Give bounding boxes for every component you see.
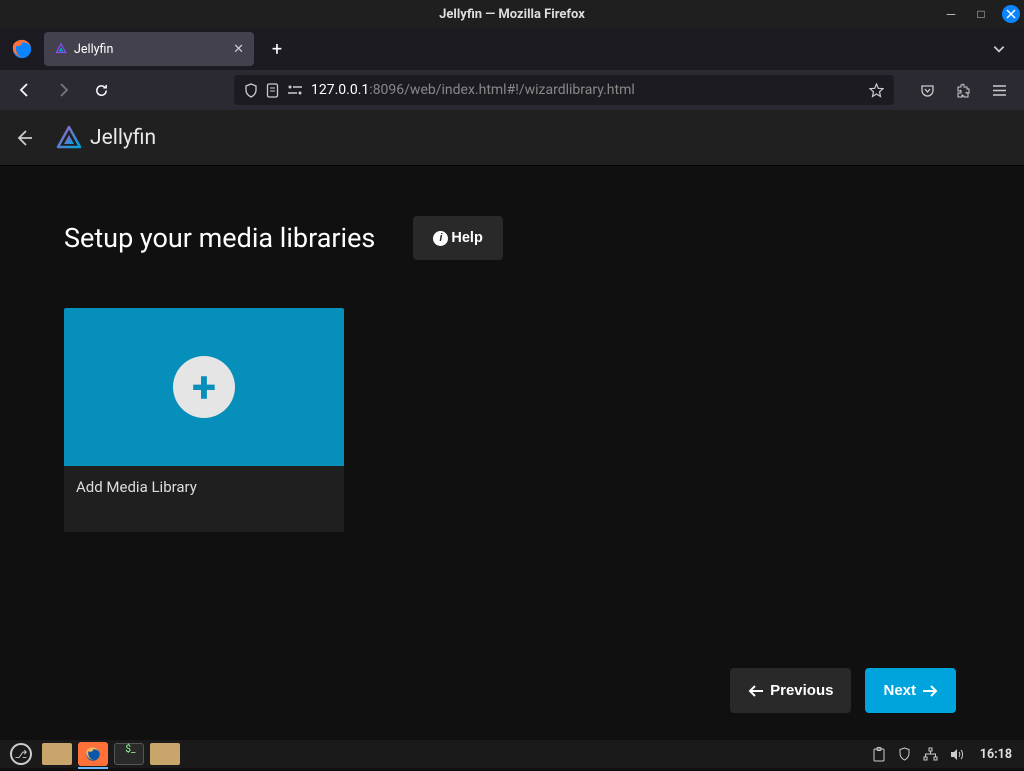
forward-button[interactable]	[48, 75, 78, 105]
tray-network-icon[interactable]	[920, 747, 941, 761]
tabs-dropdown-icon[interactable]	[992, 42, 1016, 56]
url-input[interactable]: 127.0.0.1:8096/web/index.html#!/wizardli…	[234, 75, 894, 105]
app-back-button[interactable]	[14, 128, 42, 148]
wizard-content: Setup your media libraries i Help + Add …	[0, 166, 1024, 771]
help-button[interactable]: i Help	[413, 216, 502, 260]
url-text: 127.0.0.1:8096/web/index.html#!/wizardli…	[311, 82, 635, 98]
jellyfin-favicon-icon	[54, 42, 68, 56]
new-tab-button[interactable]: +	[262, 39, 292, 60]
permissions-icon[interactable]	[287, 84, 303, 96]
start-menu-button[interactable]: ⎇	[6, 743, 36, 765]
window-close-button[interactable]	[1002, 5, 1020, 23]
plus-circle-icon: +	[173, 356, 235, 418]
browser-urlbar: 127.0.0.1:8096/web/index.html#!/wizardli…	[0, 70, 1024, 110]
brand: Jellyfin	[54, 123, 156, 153]
taskbar-firefox-icon[interactable]	[78, 742, 108, 766]
tray-clipboard-icon[interactable]	[869, 747, 889, 762]
window-maximize-button[interactable]: □	[972, 5, 990, 23]
tray-shield-icon[interactable]	[895, 747, 914, 761]
arrow-left-icon	[748, 684, 764, 698]
firefox-icon	[8, 35, 36, 63]
taskbar-terminal-icon[interactable]: $_	[114, 743, 144, 765]
page-info-icon[interactable]	[266, 83, 279, 98]
taskbar: ⎇ $_ 16:18	[0, 740, 1024, 768]
previous-button[interactable]: Previous	[730, 668, 851, 713]
next-button[interactable]: Next	[865, 668, 956, 713]
window-title: Jellyfin — Mozilla Firefox	[439, 7, 585, 22]
add-library-card[interactable]: + Add Media Library	[64, 308, 344, 532]
extensions-icon[interactable]	[948, 75, 978, 105]
card-top: +	[64, 308, 344, 466]
tab-label: Jellyfin	[74, 42, 227, 57]
taskbar-folder-icon[interactable]	[150, 743, 180, 765]
card-label: Add Media Library	[64, 466, 344, 532]
previous-label: Previous	[770, 682, 833, 699]
menu-icon[interactable]	[984, 75, 1014, 105]
back-button[interactable]	[10, 75, 40, 105]
info-icon: i	[433, 231, 448, 246]
bookmark-star-icon[interactable]	[869, 83, 884, 98]
jellyfin-logo-icon	[54, 123, 84, 153]
tab-close-icon[interactable]: ✕	[233, 42, 244, 57]
arrow-right-icon	[922, 684, 938, 698]
taskbar-files-icon[interactable]	[42, 743, 72, 765]
reload-button[interactable]	[86, 75, 116, 105]
app-header: Jellyfin	[0, 110, 1024, 166]
window-minimize-button[interactable]: ─	[942, 5, 960, 23]
next-label: Next	[883, 682, 916, 699]
window-titlebar: Jellyfin — Mozilla Firefox ─ □	[0, 0, 1024, 28]
shield-icon[interactable]	[244, 83, 258, 98]
browser-tab[interactable]: Jellyfin ✕	[44, 32, 254, 66]
help-label: Help	[451, 230, 482, 246]
tray-volume-icon[interactable]	[947, 748, 968, 761]
browser-tabbar: Jellyfin ✕ +	[0, 28, 1024, 70]
page-title: Setup your media libraries	[64, 222, 375, 254]
brand-text: Jellyfin	[90, 126, 156, 150]
taskbar-clock[interactable]: 16:18	[974, 747, 1018, 762]
pocket-icon[interactable]	[912, 75, 942, 105]
